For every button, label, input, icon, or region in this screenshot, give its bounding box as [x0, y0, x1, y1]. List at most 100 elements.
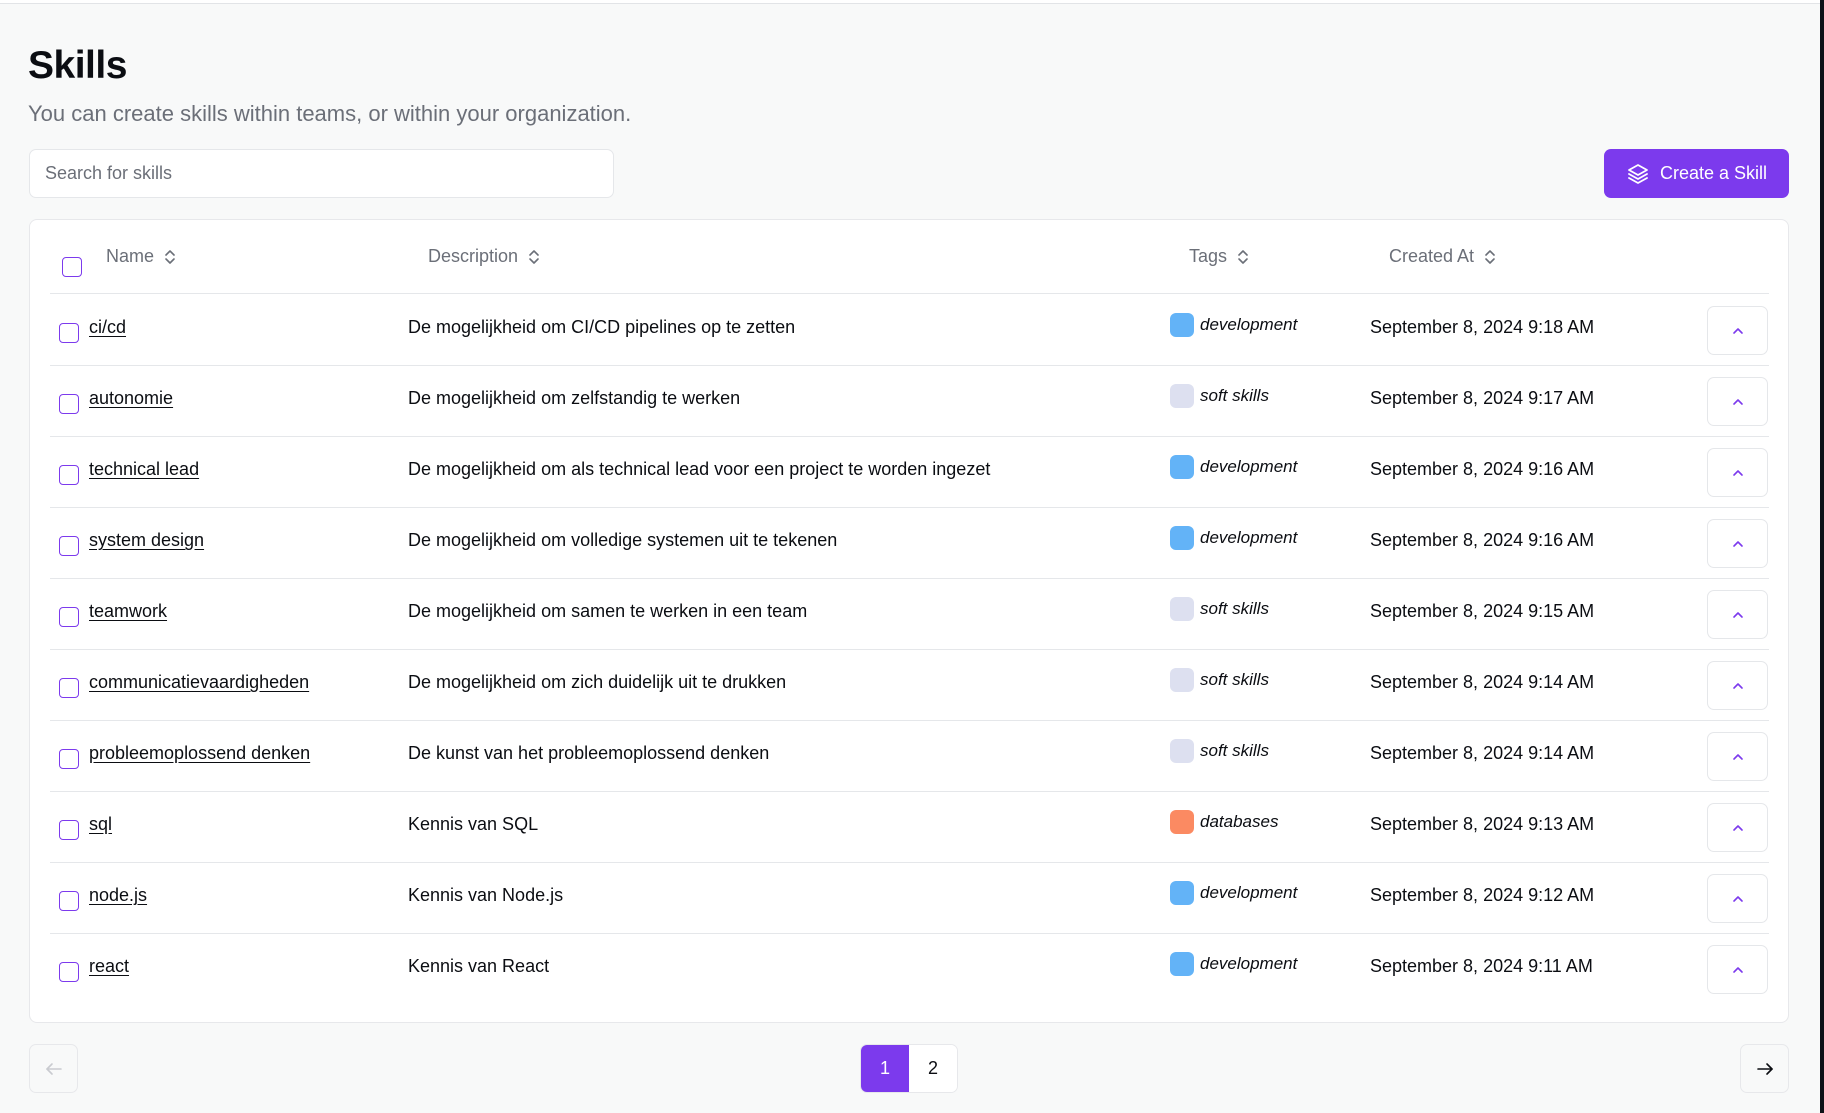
tag-label: soft skills — [1200, 386, 1269, 405]
row-expand-toggle[interactable] — [1707, 661, 1768, 710]
search-input[interactable] — [29, 149, 614, 198]
skill-name-link[interactable]: autonomie — [89, 388, 173, 409]
table-row: system design De mogelijkheid om volledig… — [50, 508, 1769, 579]
tag-color-swatch — [1170, 810, 1194, 834]
column-header-name[interactable]: Name — [106, 246, 176, 267]
tag-label: development — [1200, 883, 1298, 902]
row-expand-toggle[interactable] — [1707, 306, 1768, 355]
chevron-up-icon — [1732, 611, 1743, 618]
row-expand-toggle[interactable] — [1707, 874, 1768, 923]
row-checkbox[interactable] — [59, 394, 79, 414]
tag-label: soft skills — [1200, 741, 1269, 760]
create-skill-label: Create a Skill — [1659, 163, 1768, 183]
tag-color-swatch — [1170, 384, 1194, 408]
column-header-created-at[interactable]: Created At — [1389, 246, 1496, 267]
select-all-checkbox[interactable] — [62, 257, 82, 277]
tag-label: soft skills — [1200, 599, 1269, 618]
skill-name-link[interactable]: probleemoplossend denken — [89, 743, 310, 764]
page-title: Skills — [28, 44, 127, 87]
table-row: ci/cd De mogelijkheid om CI/CD pipelines … — [50, 295, 1769, 366]
column-header-description[interactable]: Description — [428, 246, 540, 267]
next-page-button[interactable] — [1740, 1044, 1789, 1093]
created-at: September 8, 2024 9:16 AM — [1370, 530, 1595, 550]
tag-label: development — [1200, 457, 1298, 476]
skill-tag: development — [1170, 952, 1297, 976]
skill-tag: development — [1170, 526, 1297, 550]
page-2-button[interactable]: 2 — [909, 1045, 957, 1092]
skill-tag: development — [1170, 313, 1297, 337]
row-checkbox[interactable] — [59, 607, 79, 627]
created-at: September 8, 2024 9:16 AM — [1370, 459, 1595, 479]
tag-label: development — [1200, 528, 1298, 547]
skill-tag: development — [1170, 455, 1297, 479]
skill-name-link[interactable]: communicatievaardigheden — [89, 672, 309, 693]
skill-name-link[interactable]: teamwork — [89, 601, 167, 622]
previous-page-button[interactable] — [29, 1044, 78, 1093]
skill-description: Kennis van SQL — [408, 814, 539, 834]
skill-name-link[interactable]: ci/cd — [89, 317, 126, 338]
row-expand-toggle[interactable] — [1707, 732, 1768, 781]
column-label: Description — [428, 246, 519, 266]
arrow-right-icon — [1756, 1062, 1773, 1075]
chevron-up-icon — [1732, 753, 1743, 760]
skill-tag: soft skills — [1170, 739, 1269, 763]
arrow-left-icon — [45, 1062, 62, 1075]
tag-label: soft skills — [1200, 670, 1269, 689]
tag-color-swatch — [1170, 455, 1194, 479]
tag-color-swatch — [1170, 313, 1194, 337]
tag-color-swatch — [1170, 739, 1194, 763]
skill-name-link[interactable]: react — [89, 956, 129, 977]
skill-description: Kennis van React — [408, 956, 550, 976]
row-expand-toggle[interactable] — [1707, 590, 1768, 639]
row-checkbox[interactable] — [59, 678, 79, 698]
row-expand-toggle[interactable] — [1707, 519, 1768, 568]
table-header: Name Description Tags Created At — [50, 220, 1769, 294]
chevron-up-icon — [1732, 540, 1743, 547]
table-row: technical lead De mogelijkheid om als tec… — [50, 437, 1769, 508]
table-row: autonomie De mogelijkheid om zelfstandig … — [50, 366, 1769, 437]
created-at: September 8, 2024 9:18 AM — [1370, 317, 1595, 337]
row-checkbox[interactable] — [59, 536, 79, 556]
row-checkbox[interactable] — [59, 323, 79, 343]
skill-tag: soft skills — [1170, 384, 1269, 408]
skill-description: Kennis van Node.js — [408, 885, 564, 905]
column-label: Tags — [1189, 246, 1228, 266]
skill-description: De mogelijkheid om zich duidelijk uit te… — [408, 672, 787, 692]
column-header-tags[interactable]: Tags — [1189, 246, 1249, 267]
row-checkbox[interactable] — [59, 820, 79, 840]
create-skill-button[interactable]: Create a Skill — [1604, 149, 1789, 198]
row-checkbox[interactable] — [59, 749, 79, 769]
column-label: Name — [106, 246, 155, 266]
skill-name-link[interactable]: system design — [89, 530, 204, 551]
page-1-button[interactable]: 1 — [861, 1045, 909, 1092]
row-checkbox[interactable] — [59, 891, 79, 911]
created-at: September 8, 2024 9:13 AM — [1370, 814, 1595, 834]
sort-icon — [529, 249, 539, 264]
sort-icon — [1238, 249, 1248, 264]
row-checkbox[interactable] — [59, 465, 79, 485]
table-row: communicatievaardigheden De mogelijkheid … — [50, 650, 1769, 721]
row-expand-toggle[interactable] — [1707, 945, 1768, 994]
sort-icon — [1485, 249, 1495, 264]
tag-label: development — [1200, 315, 1298, 334]
tag-label: databases — [1200, 812, 1279, 831]
table-row: node.js Kennis van Node.js development Sept… — [50, 863, 1769, 934]
skill-name-link[interactable]: node.js — [89, 885, 147, 906]
chevron-up-icon — [1732, 895, 1743, 902]
tag-color-swatch — [1170, 668, 1194, 692]
row-expand-toggle[interactable] — [1707, 377, 1768, 426]
chevron-up-icon — [1732, 682, 1743, 689]
skill-name-link[interactable]: technical lead — [89, 459, 199, 480]
chevron-up-icon — [1732, 398, 1743, 405]
tag-label: development — [1200, 954, 1298, 973]
tag-color-swatch — [1170, 952, 1194, 976]
created-at: September 8, 2024 9:14 AM — [1370, 743, 1595, 763]
top-bar — [0, 0, 1820, 4]
skill-description: De mogelijkheid om samen te werken in ee… — [408, 601, 808, 621]
skill-description: De mogelijkheid om volledige systemen ui… — [408, 530, 838, 550]
row-checkbox[interactable] — [59, 962, 79, 982]
row-expand-toggle[interactable] — [1707, 803, 1768, 852]
row-expand-toggle[interactable] — [1707, 448, 1768, 497]
table-row: sql Kennis van SQL databases September 8, 2… — [50, 792, 1769, 863]
skill-name-link[interactable]: sql — [89, 814, 112, 835]
